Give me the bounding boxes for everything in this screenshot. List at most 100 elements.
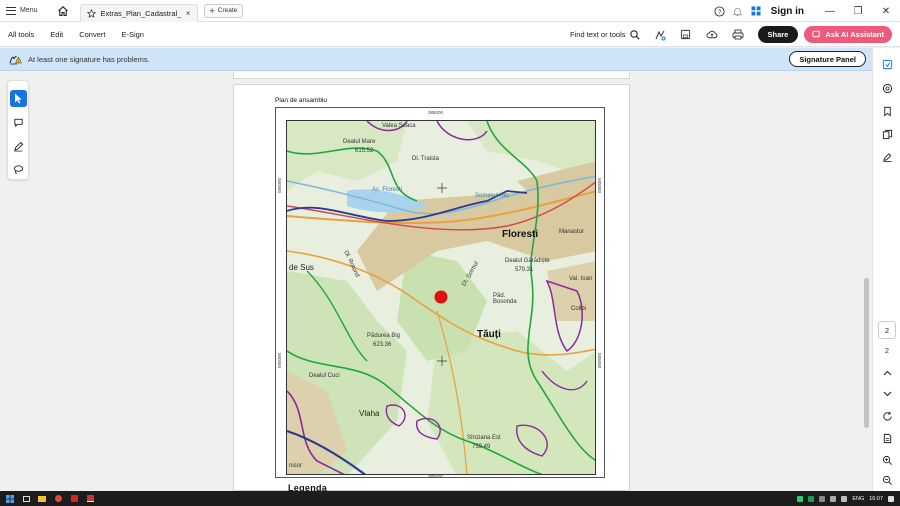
signature-warning-icon: ! — [8, 52, 22, 66]
clock[interactable]: 16:07 — [869, 496, 883, 502]
cursor-arrow-icon — [15, 93, 22, 104]
signature-panel-button[interactable]: Signature Panel — [789, 51, 866, 67]
svg-text:!: ! — [17, 58, 18, 63]
home-icon[interactable] — [52, 0, 74, 22]
minimize-icon[interactable]: — — [816, 0, 844, 22]
svg-text:?: ? — [718, 8, 722, 15]
map-label-somesul: Somesul Mic — [475, 193, 510, 199]
hamburger-icon — [6, 6, 16, 15]
map-label-padurea-big: Pădurea Big — [367, 333, 401, 339]
page-up-icon[interactable] — [873, 363, 900, 383]
select-tool[interactable] — [10, 90, 27, 107]
zoom-in-icon[interactable] — [873, 450, 900, 470]
print-icon[interactable] — [728, 25, 748, 45]
input-language[interactable]: ENG — [852, 496, 864, 502]
create-button[interactable]: + Create — [203, 3, 244, 18]
comment-rail-icon[interactable] — [873, 78, 900, 98]
signature-warning-banner: ! At least one signature has problems. S… — [0, 48, 872, 71]
fill-sign-icon[interactable] — [873, 147, 900, 167]
find-label: Find text or tools — [570, 30, 626, 39]
tool-palette — [7, 80, 29, 180]
map-label-lac-floresti: Ac. Floresti — [372, 187, 403, 193]
sign-in-button[interactable]: Sign in — [771, 6, 804, 17]
save-icon[interactable] — [676, 25, 696, 45]
close-tab-icon[interactable]: × — [186, 9, 191, 18]
map-label-dealul-garadiste: Dealul Gărădiște — [505, 258, 550, 264]
tray-app-icon[interactable] — [797, 495, 804, 502]
share-button[interactable]: Share — [757, 26, 799, 43]
banner-message: At least one signature has problems. — [28, 54, 150, 64]
draw-tool[interactable] — [10, 138, 27, 155]
ask-ai-assistant-button[interactable]: Ask AI Assistant — [804, 26, 892, 43]
apps-grid-icon[interactable] — [747, 0, 765, 22]
coord-right-bottom: 585000 — [597, 352, 603, 369]
map-label-dl-traista: Dl. Traista — [412, 156, 440, 162]
scrollbar-thumb[interactable] — [864, 278, 869, 428]
search-icon — [629, 29, 640, 40]
menu-button[interactable]: Menu — [0, 0, 44, 22]
app-taskbar-icon[interactable] — [84, 494, 96, 504]
comment-tool[interactable] — [10, 114, 27, 131]
notifications-icon[interactable] — [888, 495, 894, 502]
menu-convert[interactable]: Convert — [71, 30, 113, 39]
current-page-indicator[interactable]: 2 — [878, 321, 896, 339]
star-icon[interactable] — [86, 8, 96, 18]
cloud-upload-icon[interactable] — [702, 25, 722, 45]
acrobat-taskbar-icon[interactable] — [68, 494, 80, 504]
coord-left-top: 585000 — [277, 177, 283, 194]
comment-icon — [14, 118, 23, 128]
tray-volume-icon[interactable] — [841, 495, 848, 502]
file-explorer-icon[interactable] — [36, 494, 48, 504]
lasso-icon — [13, 165, 24, 174]
total-pages: 2 — [884, 346, 890, 355]
menu-all-tools[interactable]: All tools — [0, 30, 42, 39]
menu-edit[interactable]: Edit — [42, 30, 71, 39]
map-label-vlaha: Vlaha — [359, 409, 380, 418]
tab-title: Extras_Plan_Cadastral_... — [100, 8, 181, 18]
find-text-tools[interactable]: Find text or tools — [570, 29, 640, 40]
map-frame: 385000 385000 585000 585000 585000 58500… — [275, 107, 605, 479]
page-heading: Plan de ansamblu — [275, 97, 328, 104]
lasso-tool[interactable] — [10, 161, 27, 178]
map-label-elevation-top: 615.52 — [355, 148, 374, 154]
map-label-elev-759: 759.49 — [472, 444, 491, 450]
pages-icon[interactable] — [873, 124, 900, 144]
map-label-dealul-top: Dealul Mare — [343, 139, 376, 145]
pen-icon — [14, 141, 24, 152]
document-tab[interactable]: Extras_Plan_Cadastral_... × — [79, 3, 198, 22]
close-window-icon[interactable]: ✕ — [872, 0, 900, 22]
tray-app-icon-2[interactable] — [808, 495, 815, 502]
map-label-de-sus: de Sus — [289, 263, 314, 272]
tray-security-icon[interactable] — [819, 495, 826, 502]
windows-start-icon[interactable] — [4, 494, 16, 504]
scan-tool-icon[interactable] — [650, 25, 670, 45]
export-pdf-icon[interactable] — [873, 54, 900, 74]
ai-sparkle-icon — [812, 30, 822, 38]
plus-icon: + — [209, 5, 215, 16]
zoom-out-icon[interactable] — [873, 470, 900, 490]
map-label-floresti: Floresti — [502, 229, 539, 240]
map-label-elev-570: 570.31 — [515, 267, 534, 273]
task-view-icon[interactable] — [20, 494, 32, 504]
page-down-icon[interactable] — [873, 384, 900, 404]
map-label-elev-623: 623.36 — [373, 342, 392, 348]
coord-top: 385000 — [428, 110, 444, 115]
main-toolbar: All tools Edit Convert E-Sign Find text … — [0, 22, 900, 47]
title-bar: Menu Extras_Plan_Cadastral_... × + Creat… — [0, 0, 900, 22]
menu-e-sign[interactable]: E-Sign — [113, 30, 152, 39]
cadastral-map[interactable]: Valea Seaca Dealul Mare 615.52 Dl. Trais… — [286, 120, 596, 475]
vertical-scrollbar[interactable] — [862, 72, 871, 491]
previous-page-edge — [233, 72, 630, 79]
browser-icon[interactable] — [52, 494, 64, 504]
tray-network-icon[interactable] — [830, 495, 837, 502]
page-properties-icon[interactable] — [873, 428, 900, 448]
menu-label: Menu — [20, 7, 38, 14]
help-icon[interactable]: ? — [711, 0, 729, 22]
maximize-icon[interactable]: ❐ — [844, 0, 872, 22]
windows-taskbar: ENG 16:07 — [0, 491, 900, 506]
bell-icon[interactable] — [729, 0, 747, 22]
system-tray: ENG 16:07 — [797, 491, 894, 506]
bookmark-icon[interactable] — [873, 101, 900, 121]
rotate-icon[interactable] — [873, 406, 900, 426]
map-label-sanisor: nisor — [289, 463, 303, 469]
